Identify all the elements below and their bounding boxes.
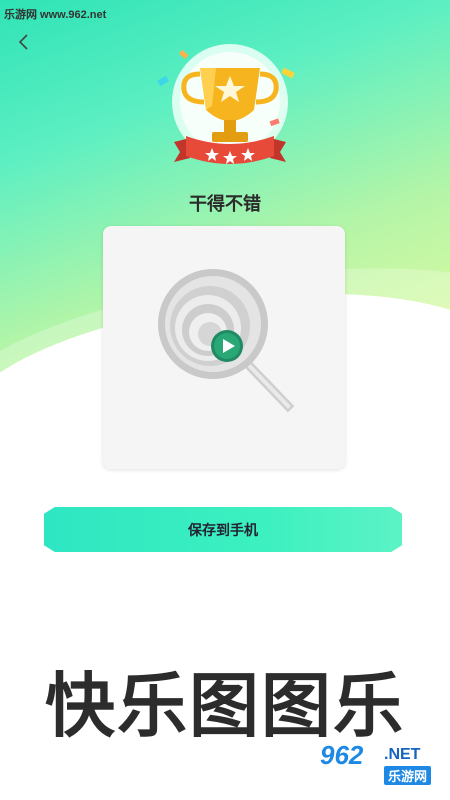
chevron-left-icon [18, 34, 28, 50]
promo-title: 快乐图图乐 [45, 665, 405, 747]
play-icon[interactable] [211, 330, 243, 362]
watermark-name: 乐游网 [384, 766, 432, 785]
watermark-number: 962 [320, 740, 364, 770]
artwork-card[interactable] [103, 226, 345, 469]
trophy-badge [150, 40, 310, 175]
watermark-logo: 962 .NET 乐游网 [320, 740, 445, 792]
trophy-icon [157, 44, 295, 164]
result-title: 干得不错 [189, 194, 261, 215]
watermark-top: 乐游网 www.962.net [4, 9, 107, 21]
back-button[interactable] [12, 30, 36, 54]
save-to-phone-button[interactable]: 保存到手机 [44, 507, 402, 552]
watermark-net: .NET [384, 746, 421, 763]
